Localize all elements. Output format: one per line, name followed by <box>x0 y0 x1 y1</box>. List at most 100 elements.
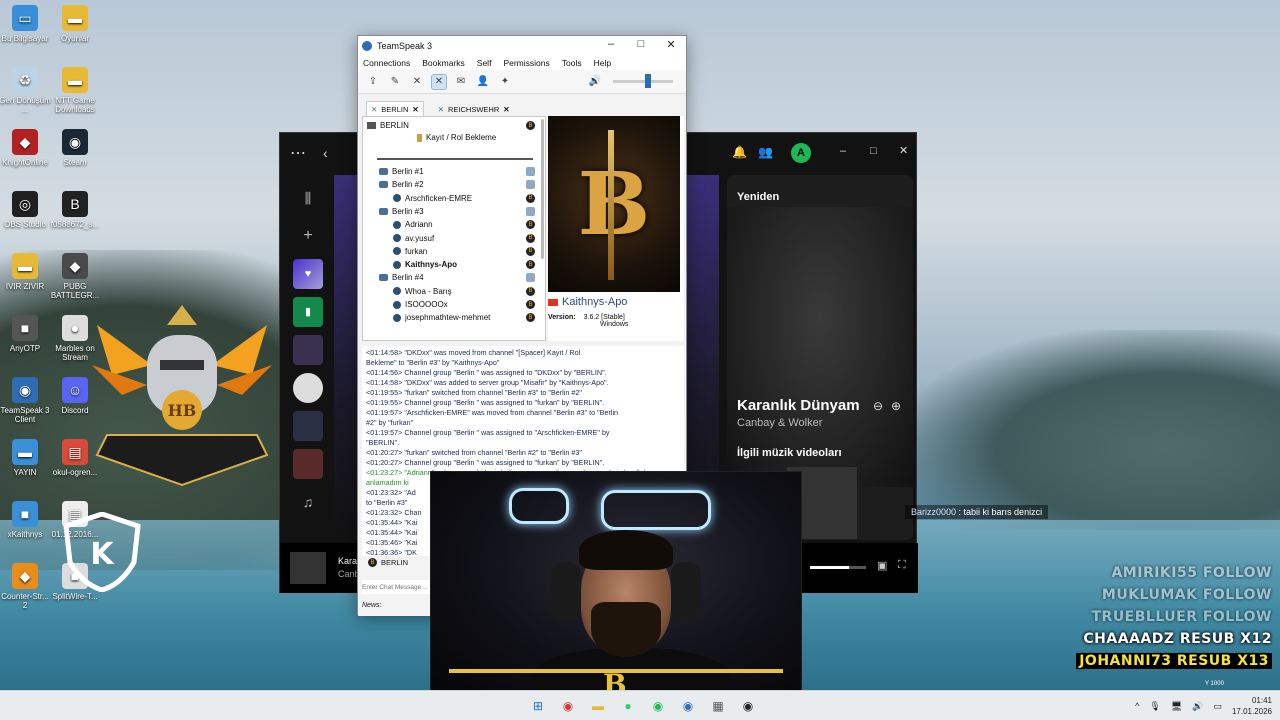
track-title[interactable]: Karanlık Dünyam <box>737 397 860 414</box>
teamspeak-titlebar: TeamSpeak 3 – □ ✕ <box>358 36 686 56</box>
playlist-cover[interactable] <box>293 335 323 365</box>
obs-icon[interactable]: ◉ <box>738 696 758 716</box>
mute-speaker-icon[interactable]: ✕ <box>431 73 447 90</box>
channel-row[interactable]: Berlin #3 <box>379 205 424 218</box>
desktop-icon[interactable]: Bf0588672_s... <box>48 191 102 229</box>
close-tab-icon[interactable]: ✕ <box>412 105 418 114</box>
chat-icon[interactable]: ✉ <box>453 74 469 90</box>
tree-label: josephmathtew-mehmet <box>405 313 491 323</box>
desktop-icon[interactable]: ♻ Geri Dönüşüm ... <box>0 67 52 114</box>
disconnect-icon[interactable]: ✎ <box>387 74 403 90</box>
away-icon[interactable]: ✦ <box>497 74 513 90</box>
steam-icon: ◉ <box>62 129 88 155</box>
teamspeak-icon[interactable]: ◉ <box>678 696 698 716</box>
battery-icon[interactable]: ▭ <box>1213 701 1222 712</box>
desktop-icon-label: YAYIN <box>13 468 37 477</box>
desktop-icon[interactable]: ■ AnyOTP <box>0 315 52 353</box>
channel-row[interactable]: Berlin #4 <box>379 271 424 284</box>
desktop-icon[interactable]: ▬ Oyunlar <box>48 5 102 43</box>
menu-item[interactable]: Bookmarks <box>422 58 465 68</box>
track-artist[interactable]: Canbay & Wolker <box>737 417 822 429</box>
server-row[interactable]: BERLIN <box>367 119 409 132</box>
maximize-button[interactable]: □ <box>626 38 656 50</box>
tray-overflow-icon[interactable]: ^ <box>1135 701 1139 711</box>
desktop-icon[interactable]: ◆ PUBG BATTLEGR... <box>48 253 102 300</box>
menu-item[interactable]: Permissions <box>503 58 549 68</box>
add-icon[interactable]: + <box>293 221 323 251</box>
bell-icon[interactable]: 🔔 <box>732 145 747 159</box>
video-thumbnail[interactable] <box>727 207 913 487</box>
volume-slider[interactable] <box>613 74 673 88</box>
file-explorer-icon[interactable]: ▬ <box>588 696 608 716</box>
client-row[interactable]: Arschficken-EMRE <box>393 192 472 205</box>
playlist-cover[interactable] <box>293 449 323 479</box>
client-row[interactable]: Whoa - Barış <box>393 285 452 298</box>
server-group-icon: B <box>526 286 535 296</box>
app-icon[interactable]: ▦ <box>708 696 728 716</box>
desktop-icon[interactable]: ■ xKaithnys <box>0 501 52 539</box>
clock[interactable]: 01:41 17.01.2026 <box>1232 695 1272 717</box>
network-icon[interactable]: 🖥 <box>1171 701 1182 712</box>
desktop-icon[interactable]: ▭ Bu Bilgisayar <box>0 5 52 43</box>
fullscreen-icon[interactable]: ⛶ <box>898 559 906 572</box>
channel-row[interactable]: Berlin #2 <box>379 178 424 191</box>
menu-item[interactable]: Self <box>477 58 492 68</box>
desktop-icon[interactable]: ▬ NTT Game Downloads <box>48 67 102 114</box>
channel-row[interactable]: Berlin #1 <box>379 165 424 178</box>
client-row[interactable]: Kaithnys-Apo <box>393 258 457 271</box>
desktop-icon[interactable]: ◉ Steam <box>48 129 102 167</box>
player-cover[interactable] <box>290 552 326 584</box>
playlist-cover[interactable] <box>293 411 323 441</box>
desktop-icon[interactable]: ◉ TeamSpeak 3 Client <box>0 377 52 424</box>
add-to-library-icon[interactable]: ⊕ <box>891 399 901 413</box>
profile-avatar[interactable]: A <box>791 143 811 163</box>
monitor-icon: ▭ <box>12 5 38 31</box>
client-row[interactable]: josephmathtew-mehmet <box>393 311 490 324</box>
maximize-button[interactable]: □ <box>870 145 877 157</box>
chat-tab[interactable]: BERLIN <box>381 558 408 567</box>
server-tab[interactable]: ✕ BERLIN ✕ <box>366 101 424 117</box>
desktop-icon[interactable]: ▬ YAYIN <box>0 439 52 477</box>
back-icon[interactable]: ‹ <box>323 145 328 161</box>
close-tab-icon[interactable]: ✕ <box>503 105 509 114</box>
microphone-icon[interactable]: 🎙 <box>1149 701 1160 712</box>
connect-icon[interactable]: ⇪ <box>365 74 381 90</box>
menu-item[interactable]: Tools <box>562 58 582 68</box>
tree-scrollbar[interactable] <box>541 119 544 259</box>
desktop-icon[interactable]: ◎ OBS Studio <box>0 191 52 229</box>
server-tab[interactable]: ✕ REICHSWEHR ✕ <box>434 102 514 117</box>
library-icon[interactable]: ⫼ <box>293 183 323 213</box>
desktop-icon[interactable]: ◆ KnightOnline <box>0 129 52 167</box>
start-icon[interactable]: ⊞ <box>528 696 548 716</box>
miniplayer-icon[interactable]: ▣ <box>877 559 887 572</box>
whatsapp-icon[interactable]: ● <box>618 696 638 716</box>
minimize-button[interactable]: – <box>840 145 846 157</box>
music-note-icon[interactable]: ♫ <box>293 487 323 517</box>
chrome-icon[interactable]: ◉ <box>558 696 578 716</box>
more-icon[interactable]: ⋯ <box>290 143 307 163</box>
volume-slider[interactable] <box>810 566 866 569</box>
client-row[interactable]: furkan <box>393 245 427 258</box>
chat-input[interactable] <box>362 580 432 594</box>
close-button[interactable]: ✕ <box>899 144 908 157</box>
spacer-channel[interactable]: Kayıt / Rol Bekleme <box>417 131 496 144</box>
volume-icon[interactable]: 🔊 <box>1192 701 1203 712</box>
client-row[interactable]: Adriann <box>393 218 433 231</box>
desktop-icon[interactable]: ◆ Counter-Str... 2 <box>0 563 52 610</box>
artist-avatar[interactable] <box>293 373 323 403</box>
minimize-button[interactable]: – <box>596 38 626 50</box>
friends-icon[interactable]: 👥 <box>758 145 773 159</box>
desktop-icon[interactable]: ▬ IVIR ZIVIR <box>0 253 52 291</box>
volume-icon[interactable]: 🔊 <box>587 74 603 90</box>
client-row[interactable]: av.yusuf <box>393 232 434 245</box>
contacts-icon[interactable]: 👤 <box>475 74 491 90</box>
remove-icon[interactable]: ⊖ <box>873 399 883 413</box>
liked-songs-icon[interactable]: ♥ <box>293 259 323 289</box>
close-button[interactable]: ✕ <box>656 38 686 51</box>
menu-item[interactable]: Help <box>594 58 611 68</box>
mute-mic-icon[interactable]: ✕ <box>409 74 425 90</box>
bookmark-icon[interactable]: ▮ <box>293 297 323 327</box>
spotify-icon[interactable]: ◉ <box>648 696 668 716</box>
menu-item[interactable]: Connections <box>363 58 410 68</box>
client-row[interactable]: ISOOOOOx <box>393 298 448 311</box>
